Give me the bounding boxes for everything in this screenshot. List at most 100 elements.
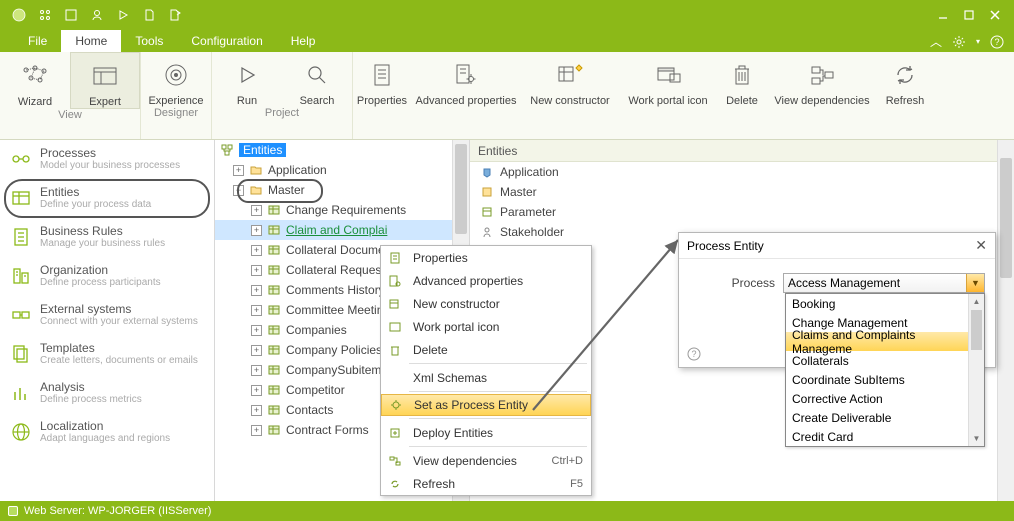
properties-button[interactable]: Properties bbox=[353, 52, 411, 107]
ctx-viewdeps[interactable]: View dependenciesCtrl+D bbox=[381, 449, 591, 472]
sidebar-item-analysis[interactable]: AnalysisDefine process metrics bbox=[0, 374, 214, 413]
tree-entity-item[interactable]: +Change Requirements bbox=[215, 200, 469, 220]
tree-entity-item[interactable]: +Claim and Complai bbox=[215, 220, 469, 240]
ctx-newconstructor[interactable]: New constructor bbox=[381, 292, 591, 315]
scroll-down-icon[interactable]: ▼ bbox=[969, 431, 984, 446]
workportal-icon bbox=[651, 58, 685, 92]
rightpane-header[interactable]: Entities ▲ bbox=[470, 140, 1014, 162]
sidebar-item-processes[interactable]: ProcessesModel your business processes bbox=[0, 140, 214, 179]
scroll-thumb[interactable] bbox=[971, 310, 982, 350]
expand-icon[interactable]: + bbox=[251, 425, 262, 436]
tree-master[interactable]: −Master bbox=[215, 180, 469, 200]
maximize-icon[interactable] bbox=[956, 3, 982, 27]
advprops-button[interactable]: Advanced properties bbox=[411, 52, 521, 107]
sidebar-item-org[interactable]: OrganizationDefine process participants bbox=[0, 257, 214, 296]
ctx-label: View dependencies bbox=[413, 454, 517, 468]
collapse-ribbon-icon[interactable]: ︿ bbox=[930, 33, 942, 50]
ctx-setprocessentity[interactable]: Set as Process Entity bbox=[381, 394, 591, 416]
delete-button[interactable]: Delete bbox=[717, 52, 767, 107]
expand-icon[interactable]: + bbox=[251, 225, 262, 236]
ctx-deploy[interactable]: Deploy Entities bbox=[381, 421, 591, 444]
tab-configuration[interactable]: Configuration bbox=[177, 30, 276, 52]
tab-file[interactable]: File bbox=[14, 30, 61, 52]
tab-tools[interactable]: Tools bbox=[121, 30, 177, 52]
sidebar-item-localization[interactable]: LocalizationAdapt languages and regions bbox=[0, 413, 214, 452]
ctx-xmlschemas[interactable]: Xml Schemas bbox=[381, 366, 591, 389]
entity-icon bbox=[266, 262, 282, 278]
scroll-thumb[interactable] bbox=[1000, 158, 1012, 278]
rightpane-item[interactable]: Master bbox=[470, 182, 1014, 202]
scroll-up-icon[interactable]: ▲ bbox=[969, 294, 984, 309]
dropdown-option[interactable]: Coordinate SubItems bbox=[786, 370, 984, 389]
expand-icon[interactable]: + bbox=[233, 165, 244, 176]
ctx-refresh[interactable]: RefreshF5 bbox=[381, 472, 591, 495]
rightpane-scrollbar[interactable] bbox=[997, 140, 1014, 501]
play-icon[interactable] bbox=[110, 3, 136, 27]
sidebar-label: Templates bbox=[40, 341, 198, 355]
settings-gear-icon[interactable] bbox=[952, 35, 966, 49]
delete-icon bbox=[385, 341, 405, 359]
ctx-workportal[interactable]: Work portal icon bbox=[381, 315, 591, 338]
tab-home[interactable]: Home bbox=[61, 30, 121, 52]
refresh-icon bbox=[385, 475, 405, 493]
process-select[interactable]: Access Management ▼ bbox=[783, 273, 985, 293]
export-icon[interactable] bbox=[162, 3, 188, 27]
workportal-button[interactable]: Work portal icon bbox=[619, 52, 717, 107]
dropdown-option[interactable]: Corrective Action bbox=[786, 389, 984, 408]
dropdown-option[interactable]: Claims and Complaints Manageme bbox=[786, 332, 984, 351]
tree-root[interactable]: Entities bbox=[215, 140, 469, 160]
minimize-icon[interactable] bbox=[930, 3, 956, 27]
experience-button[interactable]: Experience bbox=[141, 52, 211, 107]
expand-icon[interactable]: + bbox=[251, 365, 262, 376]
expand-icon[interactable]: + bbox=[251, 345, 262, 356]
dropdown-option[interactable]: Booking bbox=[786, 294, 984, 313]
wizard-button[interactable]: Wizard bbox=[0, 52, 70, 109]
viewdeps-button[interactable]: View dependencies bbox=[767, 52, 877, 107]
search-button[interactable]: Search bbox=[282, 52, 352, 107]
expand-icon[interactable]: + bbox=[251, 285, 262, 296]
user-icon[interactable] bbox=[84, 3, 110, 27]
dialog-close-icon[interactable]: ✕ bbox=[975, 237, 987, 254]
expert-button[interactable]: Expert bbox=[70, 52, 140, 109]
titlebar bbox=[0, 0, 1014, 30]
collapse-icon[interactable]: − bbox=[233, 185, 244, 196]
new-doc-icon[interactable] bbox=[136, 3, 162, 27]
rightpane-item[interactable]: Parameter bbox=[470, 202, 1014, 222]
properties-icon bbox=[365, 58, 399, 92]
help-icon[interactable]: ? bbox=[990, 35, 1004, 49]
ctx-properties[interactable]: Properties bbox=[381, 246, 591, 269]
scroll-thumb[interactable] bbox=[455, 144, 467, 234]
dropdown-scrollbar[interactable]: ▲ ▼ bbox=[968, 294, 984, 446]
expand-icon[interactable]: + bbox=[251, 325, 262, 336]
expand-icon[interactable]: + bbox=[251, 205, 262, 216]
newconstructor-button[interactable]: New constructor bbox=[521, 52, 619, 107]
help-icon[interactable]: ? bbox=[687, 347, 701, 361]
dropdown-arrow-icon[interactable]: ▼ bbox=[966, 274, 984, 292]
expand-icon[interactable]: + bbox=[251, 245, 262, 256]
save-icon[interactable] bbox=[58, 3, 84, 27]
quickaccess-icon[interactable] bbox=[32, 3, 58, 27]
sidebar-desc: Create letters, documents or emails bbox=[40, 355, 198, 366]
sidebar-item-templates[interactable]: TemplatesCreate letters, documents or em… bbox=[0, 335, 214, 374]
separator bbox=[409, 363, 587, 364]
sidebar: ProcessesModel your business processes E… bbox=[0, 140, 215, 501]
sidebar-item-rules[interactable]: Business RulesManage your business rules bbox=[0, 218, 214, 257]
ctx-advprops[interactable]: Advanced properties bbox=[381, 269, 591, 292]
rightpane-item-label: Master bbox=[500, 185, 537, 199]
tab-help[interactable]: Help bbox=[277, 30, 330, 52]
rightpane-item[interactable]: Application bbox=[470, 162, 1014, 182]
expand-icon[interactable]: + bbox=[251, 385, 262, 396]
close-icon[interactable] bbox=[982, 3, 1008, 27]
refresh-button[interactable]: Refresh bbox=[877, 52, 933, 107]
sidebar-item-entities[interactable]: EntitiesDefine your process data bbox=[0, 179, 214, 218]
tree-application[interactable]: +Application bbox=[215, 160, 469, 180]
ctx-delete[interactable]: Delete bbox=[381, 338, 591, 361]
run-button[interactable]: Run bbox=[212, 52, 282, 107]
dropdown-option[interactable]: Credit Card bbox=[786, 427, 984, 446]
expand-icon[interactable]: + bbox=[251, 265, 262, 276]
dropdown-option[interactable]: Create Deliverable bbox=[786, 408, 984, 427]
processes-icon bbox=[10, 148, 32, 170]
expand-icon[interactable]: + bbox=[251, 305, 262, 316]
sidebar-item-external[interactable]: External systemsConnect with your extern… bbox=[0, 296, 214, 335]
expand-icon[interactable]: + bbox=[251, 405, 262, 416]
